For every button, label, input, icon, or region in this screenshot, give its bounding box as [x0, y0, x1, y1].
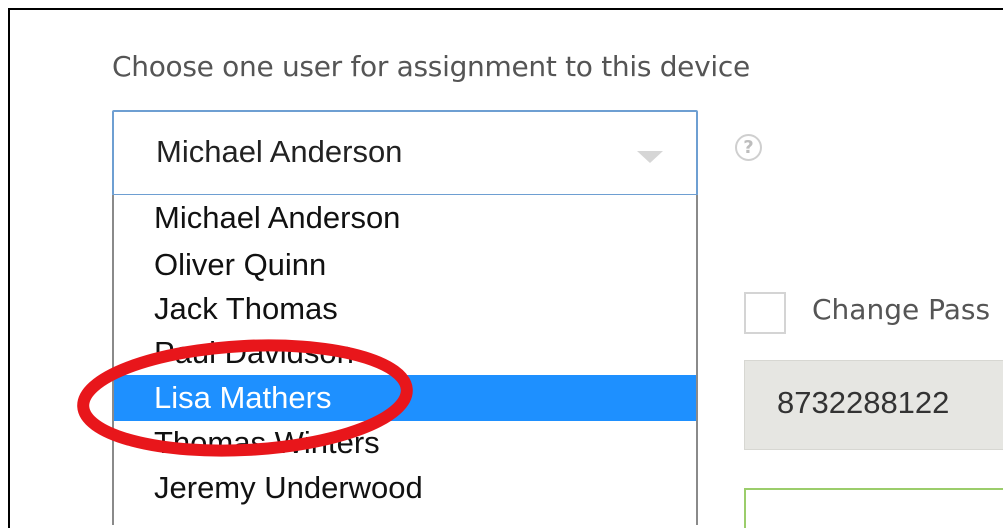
assignment-prompt: Choose one user for assignment to this d…	[112, 50, 750, 83]
dropdown-option-thomas-winters[interactable]: Thomas Winters	[114, 420, 696, 466]
phone-number-value: 8732288122	[777, 385, 950, 420]
change-password-checkbox[interactable]	[744, 292, 786, 334]
dropdown-option-jack-thomas[interactable]: Jack Thomas	[114, 286, 696, 332]
help-icon[interactable]: ?	[735, 134, 762, 161]
chevron-down-icon[interactable]	[637, 151, 663, 163]
change-password-label: Change Pass	[812, 293, 991, 326]
dropdown-option-oliver-quinn[interactable]: Oliver Quinn	[114, 242, 696, 288]
user-select[interactable]: Michael Anderson	[112, 110, 698, 196]
green-input-field[interactable]	[744, 488, 1003, 528]
dropdown-option-paul-davidson[interactable]: Paul Davidson	[114, 330, 696, 376]
select-current-value: Michael Anderson	[156, 134, 403, 169]
user-dropdown-list[interactable]: Michael Anderson Oliver Quinn Jack Thoma…	[112, 195, 698, 525]
dropdown-option-jeremy-underwood[interactable]: Jeremy Underwood	[114, 465, 696, 511]
dropdown-option-lisa-mathers[interactable]: Lisa Mathers	[114, 375, 696, 421]
phone-number-field[interactable]: 8732288122	[744, 360, 1003, 450]
dropdown-option-michael-anderson[interactable]: Michael Anderson	[114, 195, 696, 241]
